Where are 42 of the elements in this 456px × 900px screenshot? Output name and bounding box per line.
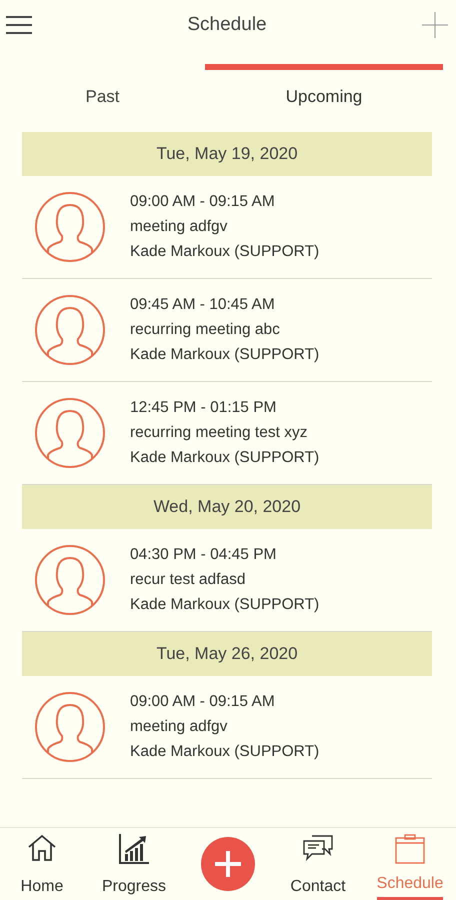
event-time: 09:45 AM - 10:45 AM bbox=[130, 296, 276, 314]
add-button[interactable] bbox=[201, 837, 255, 891]
tab[interactable]: Past bbox=[0, 86, 205, 108]
event-person: Kade Markoux (SUPPORT) bbox=[130, 743, 320, 761]
event-person: Kade Markoux (SUPPORT) bbox=[130, 449, 320, 467]
date-header: Tue, May 19, 2020 bbox=[22, 132, 432, 176]
date-header: Tue, May 26, 2020 bbox=[22, 632, 432, 676]
event-person: Kade Markoux (SUPPORT) bbox=[130, 596, 320, 614]
add-button[interactable] bbox=[422, 12, 448, 38]
event-row[interactable]: 09:00 AM - 09:15 AM meeting adfgv Kade Markoux (SUPPORT) bbox=[22, 176, 432, 279]
plus-icon bbox=[422, 12, 448, 38]
event-title: recurring meeting test xyz bbox=[130, 424, 308, 442]
bar-chart-icon bbox=[119, 834, 149, 864]
event-time: 12:45 PM - 01:15 PM bbox=[130, 399, 278, 417]
event-time: 09:00 AM - 09:15 AM bbox=[130, 693, 276, 711]
event-title: meeting adfgv bbox=[130, 718, 228, 736]
nav-tab[interactable]: Progress bbox=[102, 828, 166, 900]
screen-title: Schedule bbox=[187, 14, 267, 36]
avatar-icon bbox=[34, 294, 106, 366]
nav-tab[interactable]: Contact bbox=[290, 828, 346, 900]
calendar-icon bbox=[395, 834, 425, 864]
event-row[interactable]: 09:45 AM - 10:45 AM recurring meeting abc Kade Markoux (SUPPORT) bbox=[22, 279, 432, 382]
date-header: Wed, May 20, 2020 bbox=[22, 485, 432, 529]
event-time: 04:30 PM - 04:45 PM bbox=[130, 546, 278, 564]
nav-tab[interactable]: Home bbox=[20, 828, 64, 900]
event-title: meeting adfgv bbox=[130, 218, 228, 236]
event-title: recur test adfasd bbox=[130, 571, 246, 589]
event-title: recurring meeting abc bbox=[130, 321, 281, 339]
avatar-icon bbox=[34, 191, 106, 263]
chat-icon bbox=[302, 834, 334, 862]
menu-icon bbox=[6, 16, 32, 34]
home-icon bbox=[27, 834, 57, 862]
avatar-icon bbox=[34, 691, 106, 763]
event-time: 09:00 AM - 09:15 AM bbox=[130, 193, 276, 211]
plus-icon bbox=[215, 851, 241, 877]
tab[interactable]: Upcoming bbox=[205, 86, 443, 108]
avatar-icon bbox=[34, 397, 106, 469]
event-person: Kade Markoux (SUPPORT) bbox=[130, 243, 320, 261]
menu-button[interactable] bbox=[6, 16, 32, 34]
event-row[interactable]: 09:00 AM - 09:15 AM meeting adfgv Kade Markoux (SUPPORT) bbox=[22, 676, 432, 779]
avatar-icon bbox=[34, 544, 106, 616]
event-person: Kade Markoux (SUPPORT) bbox=[130, 346, 320, 364]
